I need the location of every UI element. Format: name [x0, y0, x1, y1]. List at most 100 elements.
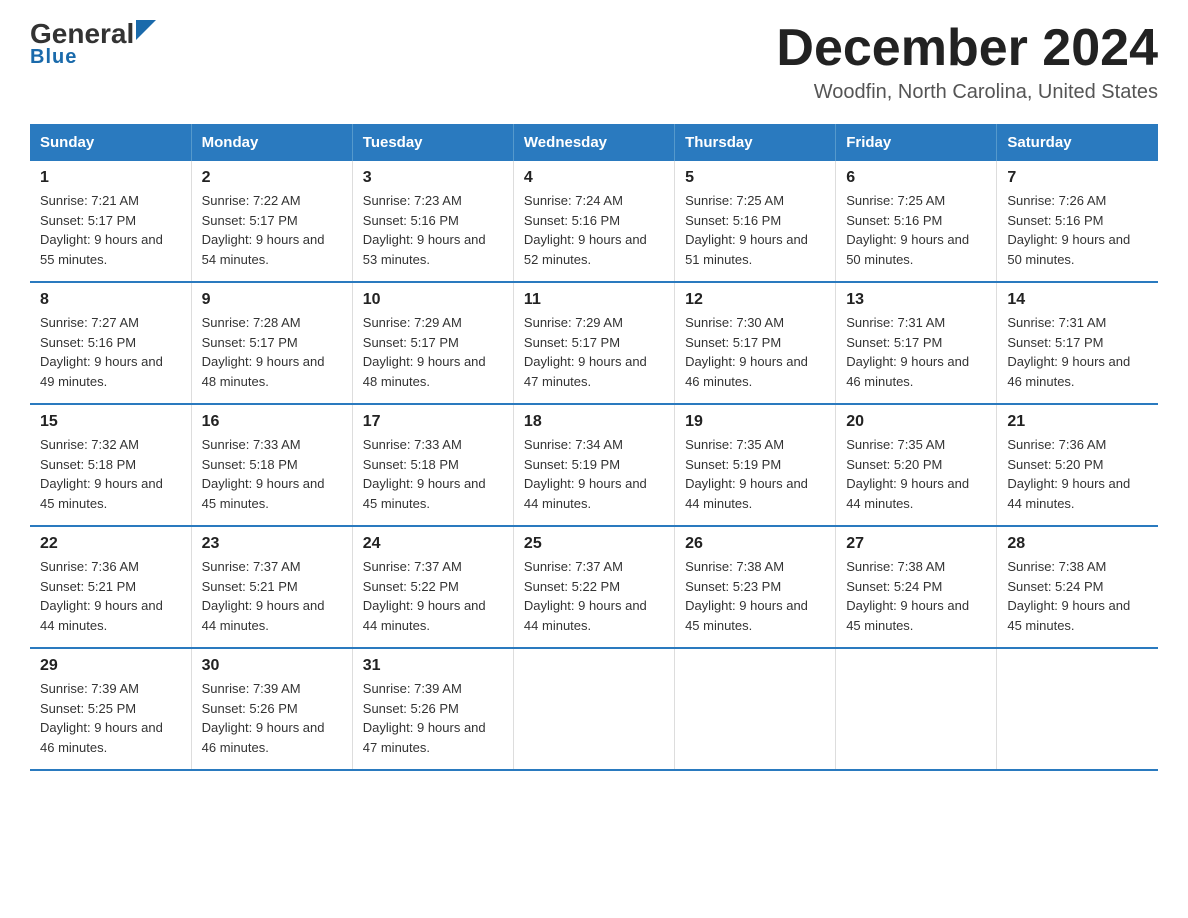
- day-info: Sunrise: 7:39 AM Sunset: 5:26 PM Dayligh…: [202, 679, 342, 757]
- calendar-cell: 12 Sunrise: 7:30 AM Sunset: 5:17 PM Dayl…: [675, 282, 836, 404]
- day-number: 14: [1007, 291, 1148, 309]
- day-number: 10: [363, 291, 503, 309]
- daylight-label: Daylight: 9 hours and 55 minutes.: [40, 232, 163, 267]
- day-number: 24: [363, 535, 503, 553]
- logo: General Blue: [30, 20, 156, 69]
- daylight-label: Daylight: 9 hours and 46 minutes.: [40, 720, 163, 755]
- sunset-label: Sunset: 5:22 PM: [363, 579, 459, 594]
- daylight-label: Daylight: 9 hours and 48 minutes.: [363, 354, 486, 389]
- daylight-label: Daylight: 9 hours and 50 minutes.: [846, 232, 969, 267]
- day-number: 8: [40, 291, 181, 309]
- sunset-label: Sunset: 5:26 PM: [202, 701, 298, 716]
- day-info: Sunrise: 7:35 AM Sunset: 5:20 PM Dayligh…: [846, 435, 986, 513]
- sunrise-label: Sunrise: 7:21 AM: [40, 193, 139, 208]
- day-info: Sunrise: 7:35 AM Sunset: 5:19 PM Dayligh…: [685, 435, 825, 513]
- logo-blue: Blue: [30, 46, 77, 69]
- day-number: 5: [685, 169, 825, 187]
- daylight-label: Daylight: 9 hours and 44 minutes.: [40, 598, 163, 633]
- sunset-label: Sunset: 5:16 PM: [846, 213, 942, 228]
- day-number: 1: [40, 169, 181, 187]
- calendar-cell: 1 Sunrise: 7:21 AM Sunset: 5:17 PM Dayli…: [30, 161, 191, 282]
- day-info: Sunrise: 7:24 AM Sunset: 5:16 PM Dayligh…: [524, 191, 664, 269]
- daylight-label: Daylight: 9 hours and 45 minutes.: [846, 598, 969, 633]
- day-number: 22: [40, 535, 181, 553]
- daylight-label: Daylight: 9 hours and 49 minutes.: [40, 354, 163, 389]
- calendar-cell: 29 Sunrise: 7:39 AM Sunset: 5:25 PM Dayl…: [30, 648, 191, 770]
- sunrise-label: Sunrise: 7:25 AM: [846, 193, 945, 208]
- col-tuesday: Tuesday: [352, 124, 513, 161]
- day-info: Sunrise: 7:25 AM Sunset: 5:16 PM Dayligh…: [685, 191, 825, 269]
- sunset-label: Sunset: 5:18 PM: [40, 457, 136, 472]
- sunset-label: Sunset: 5:17 PM: [40, 213, 136, 228]
- day-info: Sunrise: 7:33 AM Sunset: 5:18 PM Dayligh…: [363, 435, 503, 513]
- daylight-label: Daylight: 9 hours and 53 minutes.: [363, 232, 486, 267]
- daylight-label: Daylight: 9 hours and 44 minutes.: [202, 598, 325, 633]
- calendar-table: Sunday Monday Tuesday Wednesday Thursday…: [30, 124, 1158, 771]
- day-number: 18: [524, 413, 664, 431]
- sunrise-label: Sunrise: 7:35 AM: [685, 437, 784, 452]
- day-info: Sunrise: 7:34 AM Sunset: 5:19 PM Dayligh…: [524, 435, 664, 513]
- sunset-label: Sunset: 5:17 PM: [1007, 335, 1103, 350]
- calendar-cell: 16 Sunrise: 7:33 AM Sunset: 5:18 PM Dayl…: [191, 404, 352, 526]
- calendar-header: Sunday Monday Tuesday Wednesday Thursday…: [30, 124, 1158, 161]
- calendar-cell: 31 Sunrise: 7:39 AM Sunset: 5:26 PM Dayl…: [352, 648, 513, 770]
- sunrise-label: Sunrise: 7:28 AM: [202, 315, 301, 330]
- day-info: Sunrise: 7:38 AM Sunset: 5:24 PM Dayligh…: [1007, 557, 1148, 635]
- col-friday: Friday: [836, 124, 997, 161]
- calendar-cell: 21 Sunrise: 7:36 AM Sunset: 5:20 PM Dayl…: [997, 404, 1158, 526]
- calendar-cell: 25 Sunrise: 7:37 AM Sunset: 5:22 PM Dayl…: [513, 526, 674, 648]
- day-number: 20: [846, 413, 986, 431]
- sunrise-label: Sunrise: 7:34 AM: [524, 437, 623, 452]
- calendar-week-1: 1 Sunrise: 7:21 AM Sunset: 5:17 PM Dayli…: [30, 161, 1158, 282]
- day-number: 28: [1007, 535, 1148, 553]
- sunset-label: Sunset: 5:16 PM: [1007, 213, 1103, 228]
- calendar-week-3: 15 Sunrise: 7:32 AM Sunset: 5:18 PM Dayl…: [30, 404, 1158, 526]
- day-number: 21: [1007, 413, 1148, 431]
- sunset-label: Sunset: 5:16 PM: [40, 335, 136, 350]
- sunset-label: Sunset: 5:23 PM: [685, 579, 781, 594]
- day-info: Sunrise: 7:27 AM Sunset: 5:16 PM Dayligh…: [40, 313, 181, 391]
- day-number: 25: [524, 535, 664, 553]
- logo-triangle-icon: [136, 20, 156, 40]
- daylight-label: Daylight: 9 hours and 45 minutes.: [685, 598, 808, 633]
- daylight-label: Daylight: 9 hours and 52 minutes.: [524, 232, 647, 267]
- calendar-cell: 10 Sunrise: 7:29 AM Sunset: 5:17 PM Dayl…: [352, 282, 513, 404]
- calendar-cell: 8 Sunrise: 7:27 AM Sunset: 5:16 PM Dayli…: [30, 282, 191, 404]
- sunrise-label: Sunrise: 7:29 AM: [363, 315, 462, 330]
- sunrise-label: Sunrise: 7:37 AM: [524, 559, 623, 574]
- calendar-cell: 6 Sunrise: 7:25 AM Sunset: 5:16 PM Dayli…: [836, 161, 997, 282]
- sunrise-label: Sunrise: 7:36 AM: [1007, 437, 1106, 452]
- sunset-label: Sunset: 5:25 PM: [40, 701, 136, 716]
- daylight-label: Daylight: 9 hours and 45 minutes.: [40, 476, 163, 511]
- daylight-label: Daylight: 9 hours and 46 minutes.: [846, 354, 969, 389]
- sunrise-label: Sunrise: 7:30 AM: [685, 315, 784, 330]
- calendar-cell: 17 Sunrise: 7:33 AM Sunset: 5:18 PM Dayl…: [352, 404, 513, 526]
- col-sunday: Sunday: [30, 124, 191, 161]
- daylight-label: Daylight: 9 hours and 47 minutes.: [363, 720, 486, 755]
- sunrise-label: Sunrise: 7:22 AM: [202, 193, 301, 208]
- calendar-cell: 20 Sunrise: 7:35 AM Sunset: 5:20 PM Dayl…: [836, 404, 997, 526]
- day-info: Sunrise: 7:31 AM Sunset: 5:17 PM Dayligh…: [846, 313, 986, 391]
- sunset-label: Sunset: 5:17 PM: [202, 213, 298, 228]
- day-number: 12: [685, 291, 825, 309]
- sunset-label: Sunset: 5:22 PM: [524, 579, 620, 594]
- sunrise-label: Sunrise: 7:31 AM: [846, 315, 945, 330]
- daylight-label: Daylight: 9 hours and 50 minutes.: [1007, 232, 1130, 267]
- day-info: Sunrise: 7:39 AM Sunset: 5:25 PM Dayligh…: [40, 679, 181, 757]
- sunset-label: Sunset: 5:17 PM: [685, 335, 781, 350]
- calendar-cell: [675, 648, 836, 770]
- sunset-label: Sunset: 5:18 PM: [202, 457, 298, 472]
- calendar-cell: 28 Sunrise: 7:38 AM Sunset: 5:24 PM Dayl…: [997, 526, 1158, 648]
- daylight-label: Daylight: 9 hours and 44 minutes.: [363, 598, 486, 633]
- day-info: Sunrise: 7:38 AM Sunset: 5:23 PM Dayligh…: [685, 557, 825, 635]
- sunset-label: Sunset: 5:16 PM: [363, 213, 459, 228]
- sunset-label: Sunset: 5:16 PM: [685, 213, 781, 228]
- sunset-label: Sunset: 5:17 PM: [202, 335, 298, 350]
- calendar-cell: 14 Sunrise: 7:31 AM Sunset: 5:17 PM Dayl…: [997, 282, 1158, 404]
- sunrise-label: Sunrise: 7:27 AM: [40, 315, 139, 330]
- calendar-cell: [836, 648, 997, 770]
- day-number: 7: [1007, 169, 1148, 187]
- day-info: Sunrise: 7:37 AM Sunset: 5:22 PM Dayligh…: [363, 557, 503, 635]
- sunrise-label: Sunrise: 7:29 AM: [524, 315, 623, 330]
- sunset-label: Sunset: 5:21 PM: [40, 579, 136, 594]
